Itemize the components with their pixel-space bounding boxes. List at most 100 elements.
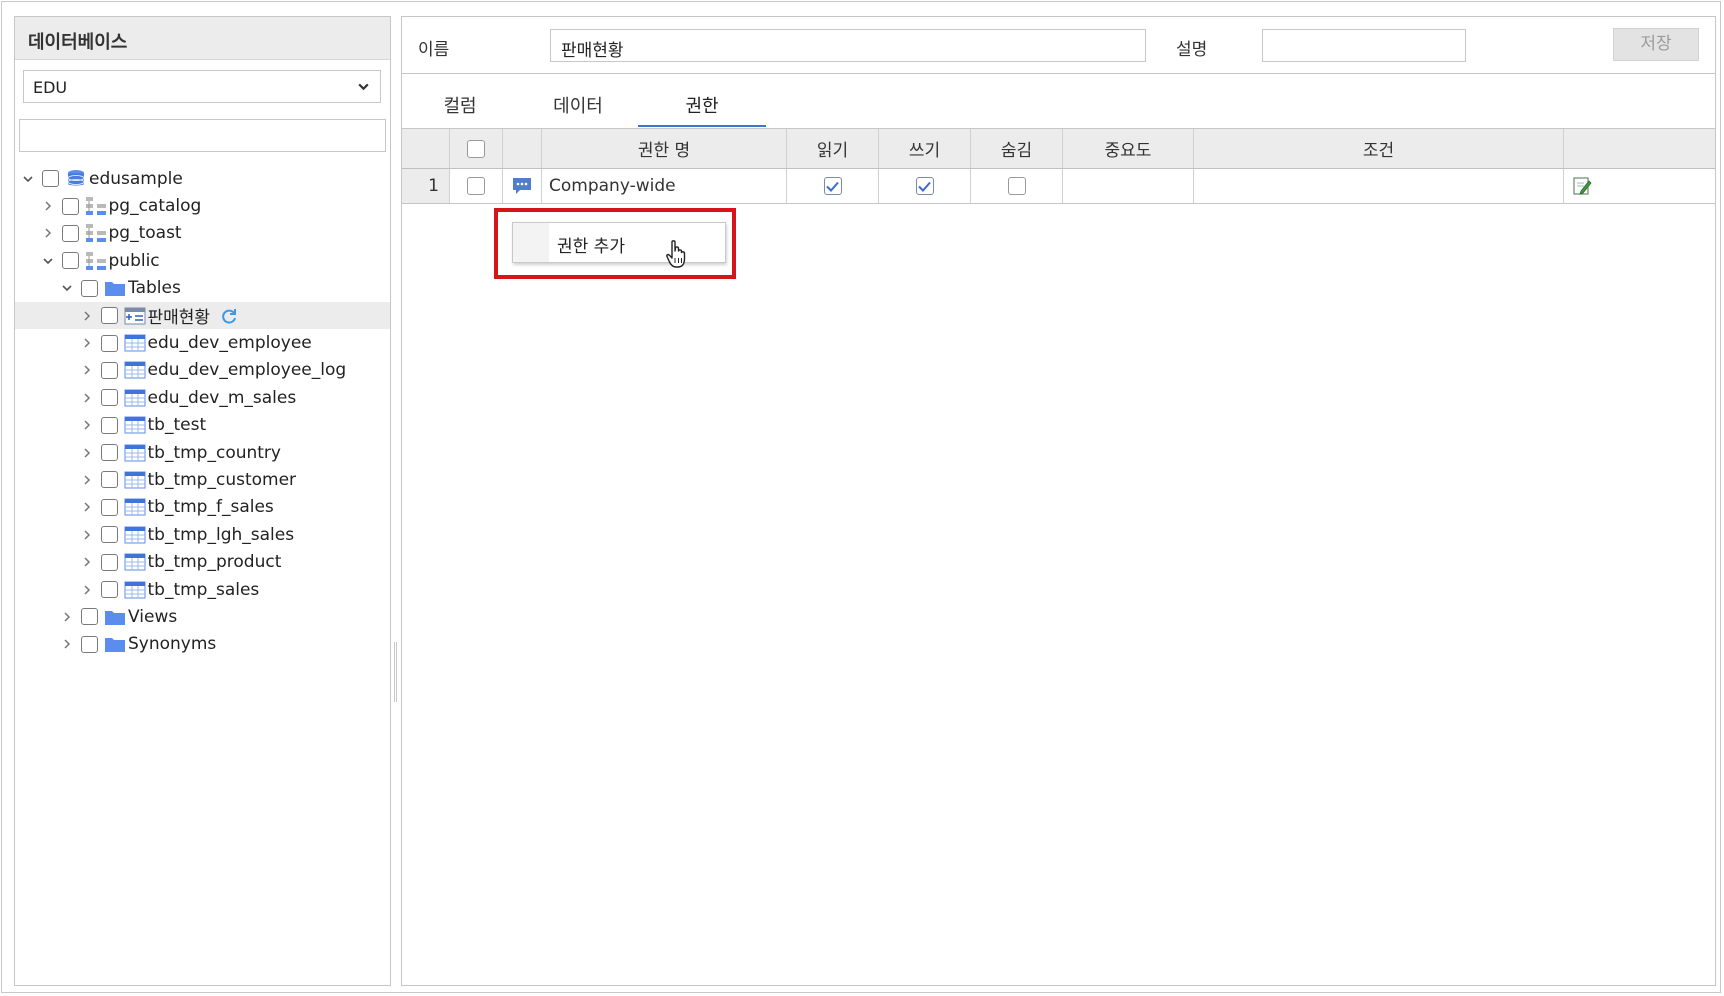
tree-node-label: Tables [128,278,181,299]
chevron-down-icon[interactable] [21,172,35,186]
tree-node-checkbox[interactable] [100,444,118,462]
chevron-right-icon[interactable] [80,391,94,405]
chevron-right-icon[interactable] [41,226,55,240]
tree-node[interactable]: tb_tmp_customer [15,466,390,493]
tree-node-checkbox[interactable] [100,307,118,325]
tree-node[interactable]: pg_toast [15,220,390,247]
write-checkbox[interactable] [915,177,934,195]
permission-name-cell[interactable]: Company-wide [542,169,787,203]
tree-node[interactable]: public [15,247,390,274]
hand-cursor-icon [666,240,686,268]
chevron-right-icon[interactable] [80,446,94,460]
chevron-right-icon[interactable] [80,583,94,597]
tree-node-label: tb_test [147,415,207,436]
tree-node[interactable]: pg_catalog [15,192,390,219]
tree-node[interactable]: Synonyms [15,631,390,658]
tree-node-checkbox[interactable] [61,197,79,215]
tree-node-label: pg_toast [108,223,182,244]
chevron-right-icon[interactable] [80,500,94,514]
condition-cell[interactable] [1194,169,1564,203]
tree-node-checkbox[interactable] [100,553,118,571]
hidden-cell [971,169,1063,203]
tab-data[interactable]: 데이터 [514,87,642,127]
chevron-right-icon[interactable] [60,610,74,624]
tree-search-input[interactable] [19,119,386,152]
panel-splitter[interactable] [394,642,397,702]
chevron-right-icon[interactable] [60,637,74,651]
tree-node-checkbox[interactable] [61,252,79,270]
tree-node-checkbox[interactable] [100,334,118,352]
tree-node[interactable]: tb_tmp_sales [15,576,390,603]
tree-node[interactable]: edu_dev_employee [15,329,390,356]
header-read[interactable]: 읽기 [787,129,879,168]
chevron-right-icon[interactable] [80,363,94,377]
row-select-checkbox[interactable] [467,177,485,195]
tab-permissions[interactable]: 권한 [638,87,766,127]
chevron-right-icon[interactable] [41,199,55,213]
edit-icon[interactable] [1572,176,1592,196]
tree-node[interactable]: tb_tmp_f_sales [15,494,390,521]
tree-node-checkbox[interactable] [100,498,118,516]
tree-node-checkbox[interactable] [81,635,98,653]
properties-bar: 이름 판매현황 설명 저장 [402,17,1715,74]
priority-cell[interactable] [1063,169,1194,203]
chevron-right-icon[interactable] [80,418,94,432]
tab-columns[interactable]: 컬럼 [396,87,524,127]
table-row[interactable]: 1 Company-wide [402,169,1715,203]
refresh-icon[interactable] [220,307,238,325]
save-button[interactable]: 저장 [1613,28,1699,61]
tree-node[interactable]: 판매현황 [15,301,390,330]
header-priority[interactable]: 중요도 [1063,129,1194,168]
select-all-checkbox[interactable] [467,139,485,158]
comment-icon[interactable] [512,177,532,195]
description-input[interactable] [1262,29,1466,62]
tree-node-checkbox[interactable] [100,416,118,434]
chevron-down-icon[interactable] [60,281,74,295]
tree-node-label: edusample [89,168,183,189]
name-input[interactable]: 판매현황 [550,29,1146,62]
tree-node[interactable]: tb_tmp_lgh_sales [15,521,390,548]
header-hidden[interactable]: 숨김 [971,129,1063,168]
tree-node-checkbox[interactable] [81,279,98,297]
chevron-down-icon[interactable] [41,254,55,268]
table-icon [124,552,146,572]
header-condition[interactable]: 조건 [1194,129,1564,168]
tree-node-checkbox[interactable] [100,471,118,489]
chevron-right-icon[interactable] [80,309,94,323]
table-icon [124,470,146,490]
tree-node-checkbox[interactable] [61,224,79,242]
database-icon [65,169,87,189]
chevron-right-icon[interactable] [80,555,94,569]
tree-node[interactable]: Views [15,603,390,630]
tree-node[interactable]: edu_dev_m_sales [15,384,390,411]
schema-icon [85,223,107,243]
tree-node[interactable]: tb_test [15,412,390,439]
chevron-right-icon[interactable] [80,528,94,542]
hidden-checkbox[interactable] [1007,177,1026,195]
tree-node[interactable]: edusample [15,165,390,192]
tree-node[interactable]: tb_tmp_product [15,548,390,575]
header-write[interactable]: 쓰기 [879,129,971,168]
chevron-right-icon[interactable] [80,473,94,487]
tree-node-checkbox[interactable] [42,170,59,188]
table-icon [124,333,146,353]
database-select[interactable]: EDU [23,70,381,103]
checkmark-icon [918,181,931,192]
header-permission-name[interactable]: 권한 명 [542,129,787,168]
tree-node[interactable]: tb_tmp_country [15,439,390,466]
tree-node-checkbox[interactable] [100,389,118,407]
tree-node-checkbox[interactable] [100,526,118,544]
tree-node[interactable]: Tables [15,275,390,302]
read-checkbox[interactable] [823,177,842,195]
tree-node[interactable]: edu_dev_employee_log [15,357,390,384]
description-label: 설명 [1176,40,1208,60]
menu-item-add-permission[interactable]: 권한 추가 [557,232,625,257]
tree-node-checkbox[interactable] [100,581,118,599]
tree-node-checkbox[interactable] [100,361,118,379]
folder-icon [104,634,126,654]
database-select-value: EDU [33,78,68,97]
chevron-right-icon[interactable] [80,336,94,350]
name-label: 이름 [418,40,450,60]
tree-node-checkbox[interactable] [81,608,98,626]
tree-node-label: Views [128,606,178,627]
